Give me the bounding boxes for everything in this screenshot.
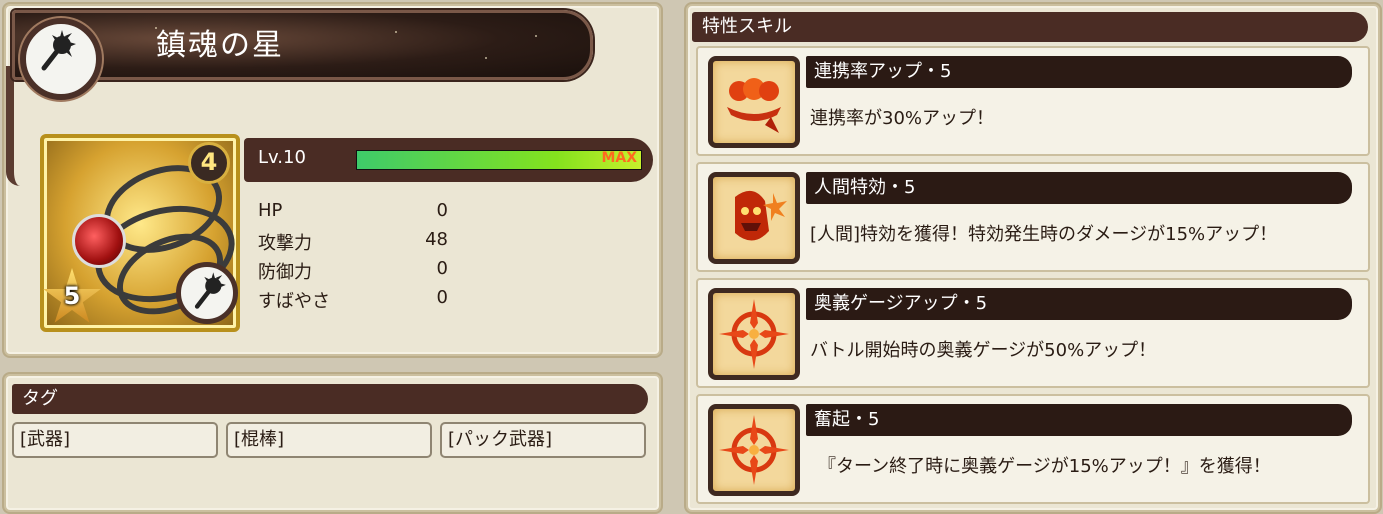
- stats-list: HP 0 攻撃力 48 防御力 0 すばやさ 0: [258, 200, 458, 316]
- mace-head-image: [72, 214, 126, 268]
- star-level: 5: [63, 282, 81, 310]
- fist-bump-icon: [708, 56, 800, 148]
- skill-card[interactable]: 奥義ゲージアップ・5 バトル開始時の奥義ゲージが50%アップ！: [696, 278, 1370, 388]
- level-progress-fill: [357, 151, 641, 169]
- stat-name: すばやさ: [258, 291, 330, 312]
- skill-card[interactable]: 奮起・5 『ターン終了時に奥義ゲージが15%アップ！』を獲得！: [696, 394, 1370, 504]
- skill-card[interactable]: 連携率アップ・5 連携率が30%アップ！: [696, 46, 1370, 156]
- rarity-badge: 4: [188, 142, 230, 184]
- stat-name: 防御力: [258, 262, 312, 283]
- stat-row-defense: 防御力 0: [258, 258, 458, 287]
- skills-panel: 特性スキル 連携率アップ・5 連携率が30%アップ！ 人間特効・5 [人間]特効…: [686, 4, 1380, 512]
- stat-row-speed: すばやさ 0: [258, 287, 458, 316]
- skill-name: 連携率アップ・5: [806, 56, 1352, 88]
- tag-item[interactable]: [武器]: [12, 422, 218, 458]
- mace-icon: [20, 18, 102, 100]
- level-label: Lv.10: [258, 147, 306, 168]
- stat-name: HP: [258, 200, 283, 221]
- tag-item[interactable]: [パック武器]: [440, 422, 646, 458]
- stat-row-hp: HP 0: [258, 200, 458, 229]
- compass-burst-icon: [708, 288, 800, 380]
- skill-description: 連携率が30%アップ！: [810, 108, 995, 129]
- skill-name: 人間特効・5: [806, 172, 1352, 204]
- mace-icon: [176, 262, 238, 324]
- skill-description: 『ターン終了時に奥義ゲージが15%アップ！』を獲得！: [818, 456, 1271, 477]
- stat-name: 攻撃力: [258, 233, 312, 254]
- level-progress-bar: MAX: [356, 150, 642, 170]
- skills-header: 特性スキル: [692, 12, 1368, 42]
- frame-ornament: [6, 66, 20, 186]
- skill-description: [人間]特効を獲得！特効発生時のダメージが15%アップ！: [810, 224, 1278, 245]
- stat-row-attack: 攻撃力 48: [258, 229, 458, 258]
- demon-burst-icon: [708, 172, 800, 264]
- tag-item[interactable]: [棍棒]: [226, 422, 432, 458]
- skill-name: 奮起・5: [806, 404, 1352, 436]
- skill-name: 奥義ゲージアップ・5: [806, 288, 1352, 320]
- level-row: Lv.10 MAX: [244, 138, 653, 182]
- tags-panel: タグ [武器] [棍棒] [パック武器]: [4, 374, 661, 512]
- level-max-label: MAX: [601, 150, 637, 166]
- stat-value: 0: [436, 200, 448, 221]
- weapon-name: 鎮魂の星: [156, 28, 284, 63]
- stat-value: 0: [436, 258, 448, 279]
- stat-value: 48: [425, 229, 448, 250]
- skill-card[interactable]: 人間特効・5 [人間]特効を獲得！特効発生時のダメージが15%アップ！: [696, 162, 1370, 272]
- skill-description: バトル開始時の奥義ゲージが50%アップ！: [810, 340, 1157, 361]
- tags-header: タグ: [12, 384, 648, 414]
- compass-burst-icon: [708, 404, 800, 496]
- stat-value: 0: [436, 287, 448, 308]
